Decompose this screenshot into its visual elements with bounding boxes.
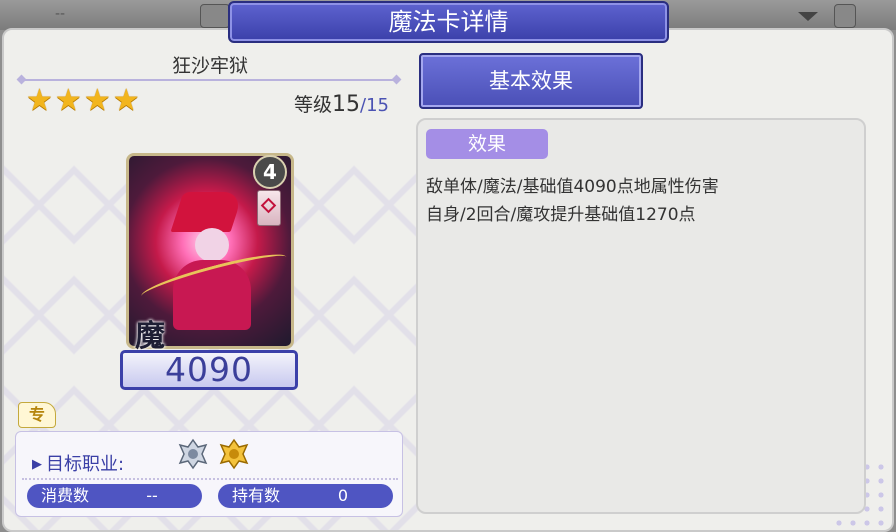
target-class-label: ▶ 目标职业: — [32, 450, 124, 476]
rarity-stars: ★ ★ ★ ★ — [26, 86, 140, 116]
top-bar-dash: -- — [55, 6, 66, 22]
card-value: 4090 — [120, 350, 298, 390]
tab-basic-effect[interactable]: 基本效果 — [419, 53, 643, 109]
gold-class-emblem-icon[interactable] — [217, 437, 251, 471]
artwork-face — [195, 228, 229, 262]
consume-value: -- — [146, 486, 158, 505]
window-title: 魔法卡详情 — [228, 1, 669, 43]
effect-line: 敌单体/魔法/基础值4090点地属性伤害 — [426, 177, 719, 197]
name-divider — [22, 79, 396, 81]
level-max: /15 — [360, 95, 389, 116]
info-divider — [22, 478, 398, 480]
star-icon: ★ — [26, 83, 53, 118]
attribute-emblem-icon — [257, 190, 281, 226]
star-icon: ★ — [112, 83, 140, 118]
card-level: 等级15/15 — [294, 90, 389, 117]
star-icon: ★ — [54, 83, 82, 118]
exclusive-tag: 专 — [18, 402, 56, 428]
artwork-hat — [170, 192, 244, 232]
effect-line: 自身/2回合/魔攻提升基础值1270点 — [426, 205, 696, 225]
target-class-text: 目标职业: — [46, 454, 125, 475]
top-bar-button-left[interactable] — [200, 4, 230, 28]
consume-count: 消费数 -- — [27, 484, 202, 508]
consume-label: 消费数 — [41, 486, 90, 505]
dropdown-arrow-icon[interactable] — [798, 12, 818, 21]
triangle-right-icon: ▶ — [32, 457, 42, 472]
level-label: 等级 — [294, 94, 333, 116]
star-icon: ★ — [83, 83, 111, 118]
top-bar-button-right[interactable] — [834, 4, 856, 28]
card-name: 狂沙牢狱 — [171, 55, 248, 77]
effect-tag: 效果 — [426, 129, 548, 159]
owned-value: 0 — [337, 486, 349, 505]
cost-badge: 4 — [253, 155, 287, 189]
owned-label: 持有数 — [232, 486, 281, 505]
silver-class-emblem-icon[interactable] — [176, 437, 210, 471]
attribute-char: 魔 — [135, 319, 165, 354]
level-current: 15 — [332, 92, 361, 117]
owned-count: 持有数 0 — [218, 484, 393, 508]
